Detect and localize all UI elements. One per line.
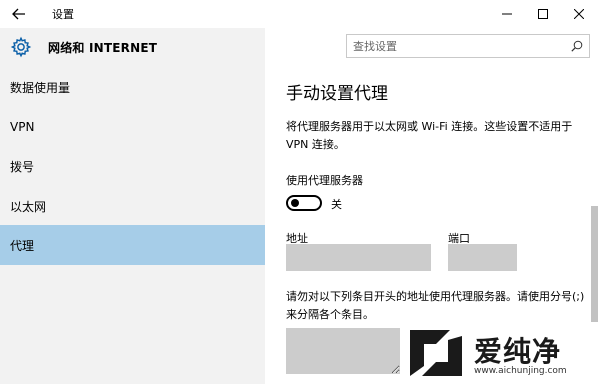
toggle-knob [291,199,299,207]
search-input[interactable] [353,38,563,54]
gear-icon [10,36,32,58]
exceptions-description: 请勿对以下列条目开头的地址使用代理服务器。请使用分号(;)来分隔各个条目。 [286,290,585,321]
minimize-icon [502,13,512,15]
address-input[interactable] [286,244,431,271]
window-title: 设置 [52,8,74,21]
page-title: 手动设置代理 [286,84,388,104]
proxy-description: 将代理服务器用于以太网或 Wi-Fi 连接。这些设置不适用于 VPN 连接。 [286,120,573,151]
watermark-logo-icon [410,330,462,376]
sidebar-item-vpn[interactable]: VPN [0,107,265,147]
sidebar-item-label: 代理 [10,238,35,253]
title-bar: 设置 [0,0,600,28]
sidebar-item-label: 以太网 [10,199,47,214]
sidebar-item-proxy[interactable]: 代理 [0,225,265,265]
maximize-button[interactable] [528,2,558,26]
minimize-button[interactable] [492,2,522,26]
sidebar-item-dial-up[interactable]: 拨号 [0,146,265,186]
scrollbar-thumb[interactable] [591,206,598,322]
toggle-state-label: 关 [331,198,342,211]
sidebar-item-data-usage[interactable]: 数据使用量 [0,67,265,107]
close-icon [574,9,584,19]
search-icon[interactable] [571,40,583,52]
exceptions-input[interactable] [286,328,400,374]
watermark-url: www.aichunjing.com [474,366,567,376]
sidebar-item-label: 拨号 [10,159,35,174]
close-button[interactable] [564,2,594,26]
use-proxy-toggle[interactable] [286,195,322,211]
search-box[interactable] [346,34,590,58]
use-proxy-label: 使用代理服务器 [286,174,363,187]
back-button[interactable] [6,2,32,26]
maximize-icon [538,9,548,19]
sidebar-item-label: VPN [10,120,35,134]
watermark-text: 爱纯净 [474,335,562,368]
back-arrow-icon [12,8,25,20]
sidebar-item-ethernet[interactable]: 以太网 [0,186,265,226]
section-title: 网络和 INTERNET [48,41,158,55]
sidebar-item-label: 数据使用量 [10,80,71,95]
port-input[interactable] [448,244,517,271]
